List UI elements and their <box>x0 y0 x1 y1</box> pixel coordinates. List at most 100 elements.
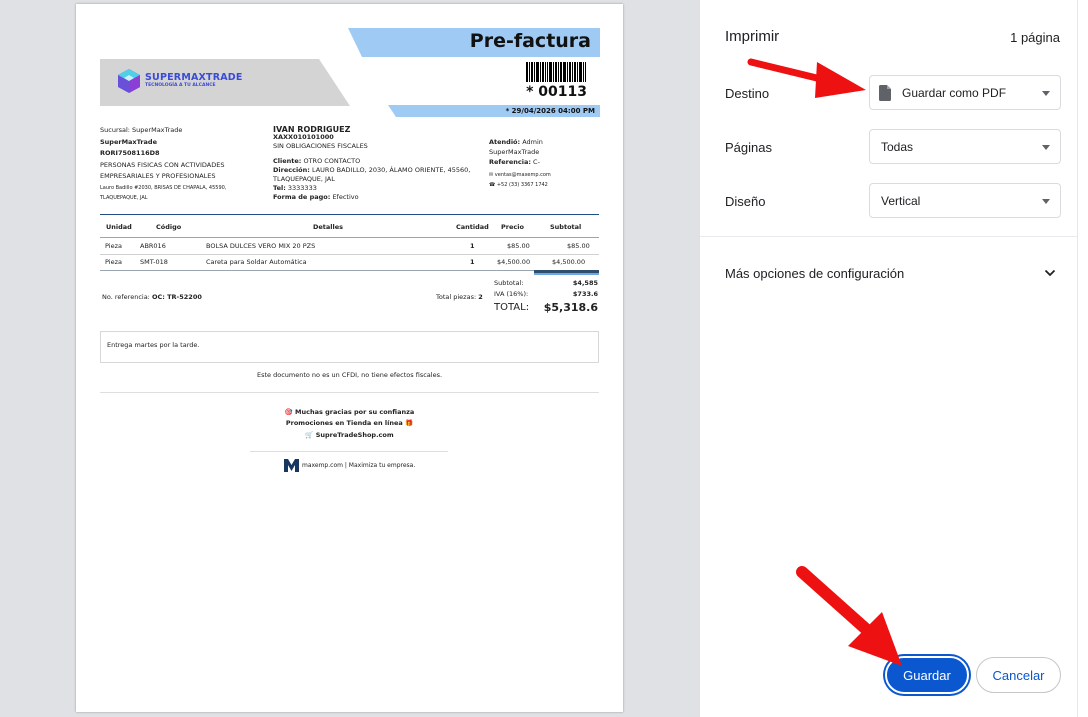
branch-info: Sucursal: SuperMaxTrade SuperMaxTrade RO… <box>100 125 224 183</box>
destination-value: Guardar como PDF <box>902 86 1007 100</box>
cell-cantidad: 1 <box>470 258 475 266</box>
cell-unidad: Pieza <box>105 258 122 266</box>
shop-line: 🛒 SupreTradeShop.com <box>305 431 394 439</box>
page-count: 1 página <box>1010 30 1060 45</box>
total-pieces: Total piezas: 2 <box>436 293 483 301</box>
print-settings-panel: Imprimir 1 página Destino Guardar como P… <box>700 0 1077 717</box>
layout-value: Vertical <box>881 194 921 208</box>
iva-value: $733.6 <box>572 290 598 298</box>
divider <box>250 451 448 452</box>
destination-select[interactable]: Guardar como PDF <box>869 75 1061 110</box>
client-info: XAXX010101000 SIN OBLIGACIONES FISCALES … <box>273 133 470 202</box>
cell-subtotal: $4,500.00 <box>552 258 586 266</box>
contact-email: ✉ ventas@maxemp.com <box>489 172 551 178</box>
col-header-detalles: Detalles <box>313 223 344 231</box>
iva-label: IVA (16%): <box>494 290 529 298</box>
dropdown-caret-icon <box>1042 91 1050 96</box>
chevron-down-icon <box>1044 269 1056 277</box>
subtotal-value: $4,585 <box>572 279 598 287</box>
cancel-button[interactable]: Cancelar <box>976 657 1061 693</box>
supermaxtrade-cube-icon <box>118 69 140 93</box>
pages-label: Páginas <box>725 140 772 155</box>
attended-by: Atendió: Admin <box>489 138 543 146</box>
pages-select[interactable]: Todas <box>869 129 1061 164</box>
cell-codigo: ABR016 <box>140 242 166 250</box>
col-header-unidad: Unidad <box>106 223 132 231</box>
maxemp-logo-icon <box>284 459 299 472</box>
phone-icon: ☎ <box>489 182 496 188</box>
cell-subtotal: $85.00 <box>567 242 590 250</box>
col-header-subtotal: Subtotal <box>550 223 582 231</box>
cell-detalles: BOLSA DULCES VERO MIX 20 PZS <box>206 242 316 250</box>
save-button[interactable]: Guardar <box>885 656 969 694</box>
totals-bar-light <box>534 273 599 275</box>
reference: No. referencia: OC: TR-52200 <box>102 293 202 301</box>
branch-address-1: Lauro Badillo #2030, BRISAS DE CHAPALA, … <box>100 185 227 191</box>
table-header-rule <box>100 237 599 238</box>
cell-detalles: Careta para Soldar Automática <box>206 258 307 266</box>
branch-sucursal: Sucursal: SuperMaxTrade <box>100 126 183 134</box>
branch-regime-2: EMPRESARIALES Y PROFESIONALES <box>100 172 216 180</box>
client-regime: SIN OBLIGACIONES FISCALES <box>273 142 368 150</box>
client-rfc: XAXX010101000 <box>273 133 334 141</box>
disclaimer: Este documento no es un CFDI, no tiene e… <box>256 371 443 379</box>
window-edge <box>1077 0 1088 717</box>
layout-select[interactable]: Vertical <box>869 183 1061 218</box>
barcode <box>526 62 586 82</box>
cell-cantidad: 1 <box>470 242 475 250</box>
layout-label: Diseño <box>725 194 766 209</box>
document-date: * 29/04/2026 04:00 PM <box>505 107 595 115</box>
promo-line: Promociones en Tienda en línea 🎁 <box>285 419 414 427</box>
client-payment: Forma de pago: Efectivo <box>273 193 359 201</box>
logo-name: SUPERMAXTRADE <box>145 72 243 83</box>
cell-precio: $85.00 <box>507 242 530 250</box>
more-options-label: Más opciones de configuración <box>725 266 905 281</box>
attended-company: SuperMaxTrade <box>489 148 540 156</box>
total-value: $5,318.6 <box>543 301 598 314</box>
contact-phone: ☎ +52 (33) 3367 1742 <box>489 182 548 188</box>
subtotal-label: Subtotal: <box>494 279 524 287</box>
branch-address-2: TLAQUEPAQUE, JAL <box>100 195 148 201</box>
client-contact: Cliente: OTRO CONTACTO <box>273 157 361 165</box>
preview-page: Pre-factura SUPERMAXTRADE TECNOLOGÍA A T… <box>76 4 623 712</box>
client-address: Dirección: LAURO BADILLO, 2030, ÁLAMO OR… <box>273 166 471 174</box>
col-header-codigo: Código <box>156 223 182 231</box>
totals-values: $4,585 $733.6 <box>573 278 598 300</box>
footer-text: maxemp.com | Maximiza tu empresa. <box>302 462 416 469</box>
table-top-rule <box>100 214 599 215</box>
client-address-2: TLAQUEPAQUE, JAL <box>273 175 335 183</box>
col-header-precio: Precio <box>501 223 524 231</box>
attended-reference: Referencia: C- <box>489 158 540 166</box>
branch-company: SuperMaxTrade <box>100 137 157 146</box>
total-label: TOTAL: <box>494 302 530 313</box>
branch-regime-1: PERSONAS FISICAS CON ACTIVIDADES <box>100 160 225 169</box>
divider <box>100 392 599 393</box>
dropdown-caret-icon <box>1042 145 1050 150</box>
document-title: Pre-factura <box>469 30 591 52</box>
logo-tagline: TECNOLOGÍA A TU ALCANCE <box>145 83 216 88</box>
row-rule <box>100 254 599 255</box>
table-bottom-rule <box>100 270 599 271</box>
notes-box: Entrega martes por la tarde. <box>100 331 599 363</box>
panel-divider <box>700 236 1077 237</box>
col-header-cantidad: Cantidad <box>456 223 489 231</box>
client-tel: Tel: 3333333 <box>273 184 317 192</box>
thanks-line: 🎯 Muchas gracias por su confianza <box>284 408 415 416</box>
branch-address: Lauro Badillo #2030, BRISAS DE CHAPALA, … <box>100 183 226 203</box>
folio-number: * 00113 <box>526 84 587 100</box>
pages-value: Todas <box>881 140 914 154</box>
envelope-icon: ✉ <box>489 172 494 178</box>
dropdown-caret-icon <box>1042 199 1050 204</box>
print-preview-area: Pre-factura SUPERMAXTRADE TECNOLOGÍA A T… <box>0 0 700 717</box>
totals-labels: Subtotal: IVA (16%): <box>494 278 528 300</box>
notes-text: Entrega martes por la tarde. <box>107 341 200 349</box>
cell-precio: $4,500.00 <box>497 258 531 266</box>
contact-info: ✉ ventas@maxemp.com ☎ +52 (33) 3367 1742 <box>489 170 551 190</box>
cell-codigo: SMT-018 <box>140 258 168 266</box>
attended-info: Atendió: Admin SuperMaxTrade Referencia:… <box>489 137 543 167</box>
dialog-title: Imprimir <box>725 28 780 45</box>
destination-label: Destino <box>725 86 770 101</box>
branch-rfc: RORI7508116D8 <box>100 149 160 157</box>
cell-unidad: Pieza <box>105 242 122 250</box>
pdf-file-icon <box>879 85 891 101</box>
